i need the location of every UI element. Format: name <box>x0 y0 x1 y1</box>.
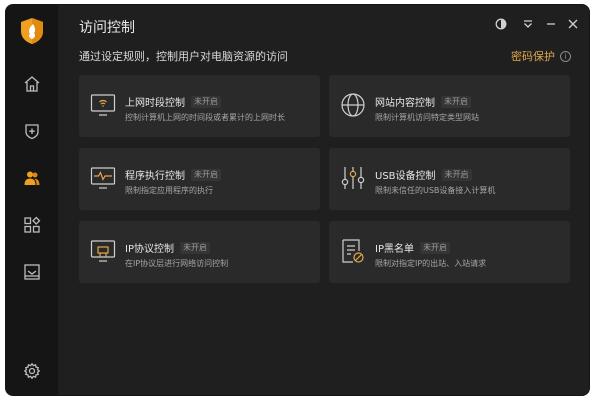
sidebar-item-protection[interactable] <box>6 113 58 149</box>
card-usb-device-control[interactable]: USB设备控制 未开启 限制未信任的USB设备接入计算机 <box>329 148 570 210</box>
users-icon <box>24 171 40 185</box>
sidebar-item-home[interactable] <box>6 66 58 102</box>
close-button[interactable] <box>566 17 580 31</box>
card-description: 控制计算机上网的时间段或者累计的上网时长 <box>125 113 285 122</box>
card-ip-blacklist[interactable]: IP黑名单 未开启 限制对指定IP的出站、入站请求 <box>329 221 570 283</box>
card-title: USB设备控制 <box>375 171 436 182</box>
minimize-button[interactable] <box>544 17 558 31</box>
apps-icon <box>24 216 41 233</box>
card-title: 上网时段控制 <box>125 98 185 109</box>
card-title: IP黑名单 <box>375 244 414 255</box>
status-badge: 未开启 <box>441 168 472 181</box>
card-ip-protocol-control[interactable]: IP协议控制 未开启 在IP协议层进行网络访问控制 <box>79 221 320 283</box>
menu-dropdown-button[interactable] <box>521 17 535 31</box>
theme-toggle-button[interactable] <box>494 17 508 31</box>
card-title: 网站内容控制 <box>375 98 435 109</box>
app-logo-icon <box>21 18 43 44</box>
card-website-content-control[interactable]: 网站内容控制 未开启 限制计算机访问特定类型网站 <box>329 75 570 137</box>
card-title: 程序执行控制 <box>125 171 185 182</box>
ip-monitor-icon <box>90 240 116 262</box>
home-icon <box>24 76 40 92</box>
status-badge: 未开启 <box>191 168 221 181</box>
card-description: 限制未信任的USB设备接入计算机 <box>375 186 496 195</box>
card-description: 限制指定应用程序的执行 <box>125 186 213 195</box>
program-monitor-icon <box>90 167 116 189</box>
main-panel: 访问控制 通过设定规则，控制用户对电脑资源的访问 密码保护 i 上网时段控制 未… <box>58 5 589 395</box>
card-description: 限制计算机访问特定类型网站 <box>375 113 479 122</box>
sidebar-item-apps[interactable] <box>6 207 58 243</box>
inbox-icon <box>24 264 40 280</box>
app-window: 访问控制 通过设定规则，控制用户对电脑资源的访问 密码保护 i 上网时段控制 未… <box>5 4 590 396</box>
card-description: 在IP协议层进行网络访问控制 <box>125 259 229 268</box>
gear-icon <box>23 362 41 380</box>
minimize-icon <box>547 23 555 25</box>
password-protection-label: 密码保护 <box>511 50 555 63</box>
shield-plus-icon <box>25 124 39 140</box>
close-icon <box>568 19 578 29</box>
password-protection-link[interactable]: 密码保护 i <box>511 48 571 64</box>
globe-icon <box>341 93 365 117</box>
card-program-execution-control[interactable]: 程序执行控制 未开启 限制指定应用程序的执行 <box>79 148 320 210</box>
blacklist-doc-icon <box>342 239 364 263</box>
sidebar-item-access-control[interactable] <box>6 160 58 196</box>
status-badge: 未开启 <box>441 95 471 108</box>
status-badge: 未开启 <box>419 241 450 254</box>
info-icon[interactable]: i <box>560 50 571 62</box>
card-title: IP协议控制 <box>125 244 174 255</box>
sidebar <box>6 5 58 395</box>
sliders-icon <box>341 167 365 189</box>
chevron-down-icon <box>524 20 532 28</box>
settings-button[interactable] <box>6 353 58 389</box>
contrast-icon <box>495 18 507 30</box>
page-title: 访问控制 <box>79 20 135 36</box>
card-online-time-control[interactable]: 上网时段控制 未开启 控制计算机上网的时间段或者累计的上网时长 <box>79 75 320 137</box>
status-badge: 未开启 <box>191 95 221 108</box>
page-subtitle: 通过设定规则，控制用户对电脑资源的访问 <box>79 50 288 63</box>
monitor-wifi-icon <box>90 94 116 116</box>
status-badge: 未开启 <box>179 241 210 254</box>
card-description: 限制对指定IP的出站、入站请求 <box>375 259 487 268</box>
sidebar-item-inbox[interactable] <box>6 254 58 290</box>
